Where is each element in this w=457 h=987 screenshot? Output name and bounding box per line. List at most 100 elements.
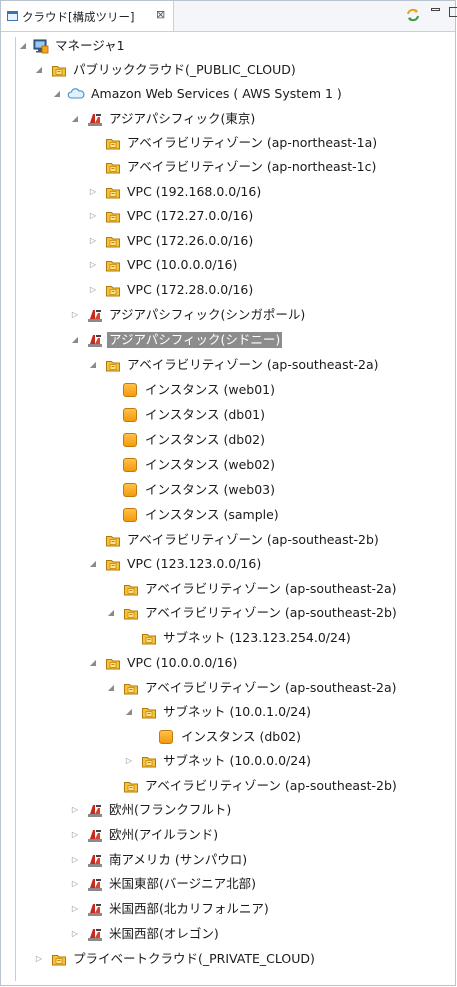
instance-icon [123, 383, 137, 397]
minimize-button[interactable] [431, 8, 440, 11]
tree-node-label: VPC (172.27.0.0/16) [127, 208, 254, 223]
expanded-triangle[interactable]: ◢ [125, 707, 133, 717]
tree-node-label: アベイラビリティゾーン (ap-southeast-2b) [145, 778, 397, 793]
tree-node-label: 欧州(アイルランド) [109, 827, 219, 842]
tree-node-label: VPC (172.26.0.0/16) [127, 233, 254, 248]
tree-node-label: インスタンス (sample) [145, 507, 279, 522]
tree-node-label: インスタンス (web02) [145, 457, 275, 472]
tree-node-label: 米国東部(バージニア北部) [109, 876, 257, 891]
region-icon [87, 827, 103, 843]
tree-node-label: インスタンス (db01) [145, 407, 266, 422]
collapsed-triangle[interactable]: ▷ [71, 855, 79, 865]
tree-node-label: Amazon Web Services ( AWS System 1 ) [91, 86, 342, 101]
folder-icon [123, 680, 139, 696]
tree-node-label-selected: アジアパシフィック(シドニー) [107, 332, 283, 348]
region-icon [87, 332, 103, 348]
view-icon [7, 11, 18, 21]
expanded-triangle[interactable]: ◢ [89, 658, 97, 668]
instance-icon [123, 508, 137, 522]
folder-icon [105, 257, 121, 273]
instance-icon [123, 433, 137, 447]
collapsed-triangle[interactable]: ▷ [71, 805, 79, 815]
tree-node-label: アジアパシフィック(東京) [109, 111, 256, 126]
maximize-button[interactable] [449, 7, 457, 17]
region-icon [87, 926, 103, 942]
tree-node-label: アベイラビリティゾーン (ap-northeast-1a) [127, 135, 378, 150]
tree-guide-line [15, 37, 16, 981]
manager-icon [33, 38, 49, 54]
folder-icon [105, 159, 121, 175]
collapsed-triangle[interactable]: ▷ [89, 211, 97, 221]
folder-icon [105, 282, 121, 298]
folder-icon [105, 135, 121, 151]
instance-icon [123, 458, 137, 472]
folder-icon [123, 778, 139, 794]
region-icon [87, 111, 103, 127]
collapsed-triangle[interactable]: ▷ [125, 756, 133, 766]
tree-node-label: インスタンス (db02) [145, 432, 266, 447]
instance-icon [159, 730, 173, 744]
expanded-triangle[interactable]: ◢ [71, 114, 79, 124]
collapsed-triangle[interactable]: ▷ [71, 904, 79, 914]
folder-icon [105, 357, 121, 373]
collapsed-triangle[interactable]: ▷ [35, 954, 43, 964]
expanded-triangle[interactable]: ◢ [19, 41, 27, 51]
tree-node-label: VPC (10.0.0.0/16) [127, 655, 238, 670]
tab-title: クラウド[構成ツリー] [22, 10, 135, 24]
tree-node-label: アベイラビリティゾーン (ap-southeast-2a) [145, 680, 397, 695]
folder-icon [51, 62, 67, 78]
region-icon [87, 852, 103, 868]
tree-node-label: アベイラビリティゾーン (ap-southeast-2b) [127, 532, 379, 547]
tree-node-label: VPC (192.168.0.0/16) [127, 184, 262, 199]
expanded-triangle[interactable]: ◢ [53, 89, 61, 99]
region-icon [87, 802, 103, 818]
folder-icon [105, 532, 121, 548]
sync-icon[interactable] [405, 7, 421, 23]
tree-node-label: VPC (172.28.0.0/16) [127, 282, 254, 297]
tree-node-label: インスタンス (db02) [181, 729, 302, 744]
tree-node-label: 南アメリカ (サンパウロ) [109, 852, 248, 867]
collapsed-triangle[interactable]: ▷ [71, 929, 79, 939]
folder-icon [105, 208, 121, 224]
collapsed-triangle[interactable]: ▷ [89, 187, 97, 197]
folder-icon [123, 605, 139, 621]
tree-node-label: サブネット (10.0.0.0/24) [163, 753, 312, 768]
view-tabbar: クラウド[構成ツリー] ⊠ [1, 1, 457, 32]
tree-node-label: サブネット (10.0.1.0/24) [163, 704, 312, 719]
folder-icon [105, 655, 121, 671]
expanded-triangle[interactable]: ◢ [89, 360, 97, 370]
collapsed-triangle[interactable]: ▷ [89, 285, 97, 295]
expanded-triangle[interactable]: ◢ [35, 65, 43, 75]
tree-node-label: インスタンス (web01) [145, 382, 275, 397]
region-icon [87, 307, 103, 323]
expanded-triangle[interactable]: ◢ [107, 608, 115, 618]
tab-cloud-tree[interactable]: クラウド[構成ツリー] ⊠ [1, 1, 174, 31]
expanded-triangle[interactable]: ◢ [71, 335, 79, 345]
close-icon[interactable]: ⊠ [156, 8, 165, 21]
tree-node-label: 米国西部(オレゴン) [109, 926, 219, 941]
collapsed-triangle[interactable]: ▷ [71, 879, 79, 889]
expanded-triangle[interactable]: ◢ [107, 683, 115, 693]
tree-node-label: VPC (123.123.0.0/16) [127, 556, 262, 571]
tree-node-label: アベイラビリティゾーン (ap-northeast-1c) [127, 159, 377, 174]
collapsed-triangle[interactable]: ▷ [71, 830, 79, 840]
region-icon [87, 876, 103, 892]
expanded-triangle[interactable]: ◢ [89, 559, 97, 569]
tree-node-label: 欧州(フランクフルト) [109, 802, 232, 817]
folder-icon [105, 556, 121, 572]
tree-node-label: パブリッククラウド(_PUBLIC_CLOUD) [73, 62, 296, 77]
folder-icon [105, 184, 121, 200]
tree-node-label: アジアパシフィック(シンガポール) [109, 307, 306, 322]
folder-icon [51, 951, 67, 967]
tree-node-label: プライベートクラウド(_PRIVATE_CLOUD) [73, 951, 315, 966]
tree-node-label: アベイラビリティゾーン (ap-southeast-2a) [145, 581, 397, 596]
collapsed-triangle[interactable]: ▷ [89, 260, 97, 270]
collapsed-triangle[interactable]: ▷ [89, 236, 97, 246]
folder-icon [141, 753, 157, 769]
tree-node-label: アベイラビリティゾーン (ap-southeast-2b) [145, 605, 397, 620]
tree-node-label: 米国西部(北カリフォルニア) [109, 901, 269, 916]
collapsed-triangle[interactable]: ▷ [71, 310, 79, 320]
tree-node-label: インスタンス (web03) [145, 482, 275, 497]
cloud-icon [67, 86, 85, 102]
folder-icon [141, 630, 157, 646]
